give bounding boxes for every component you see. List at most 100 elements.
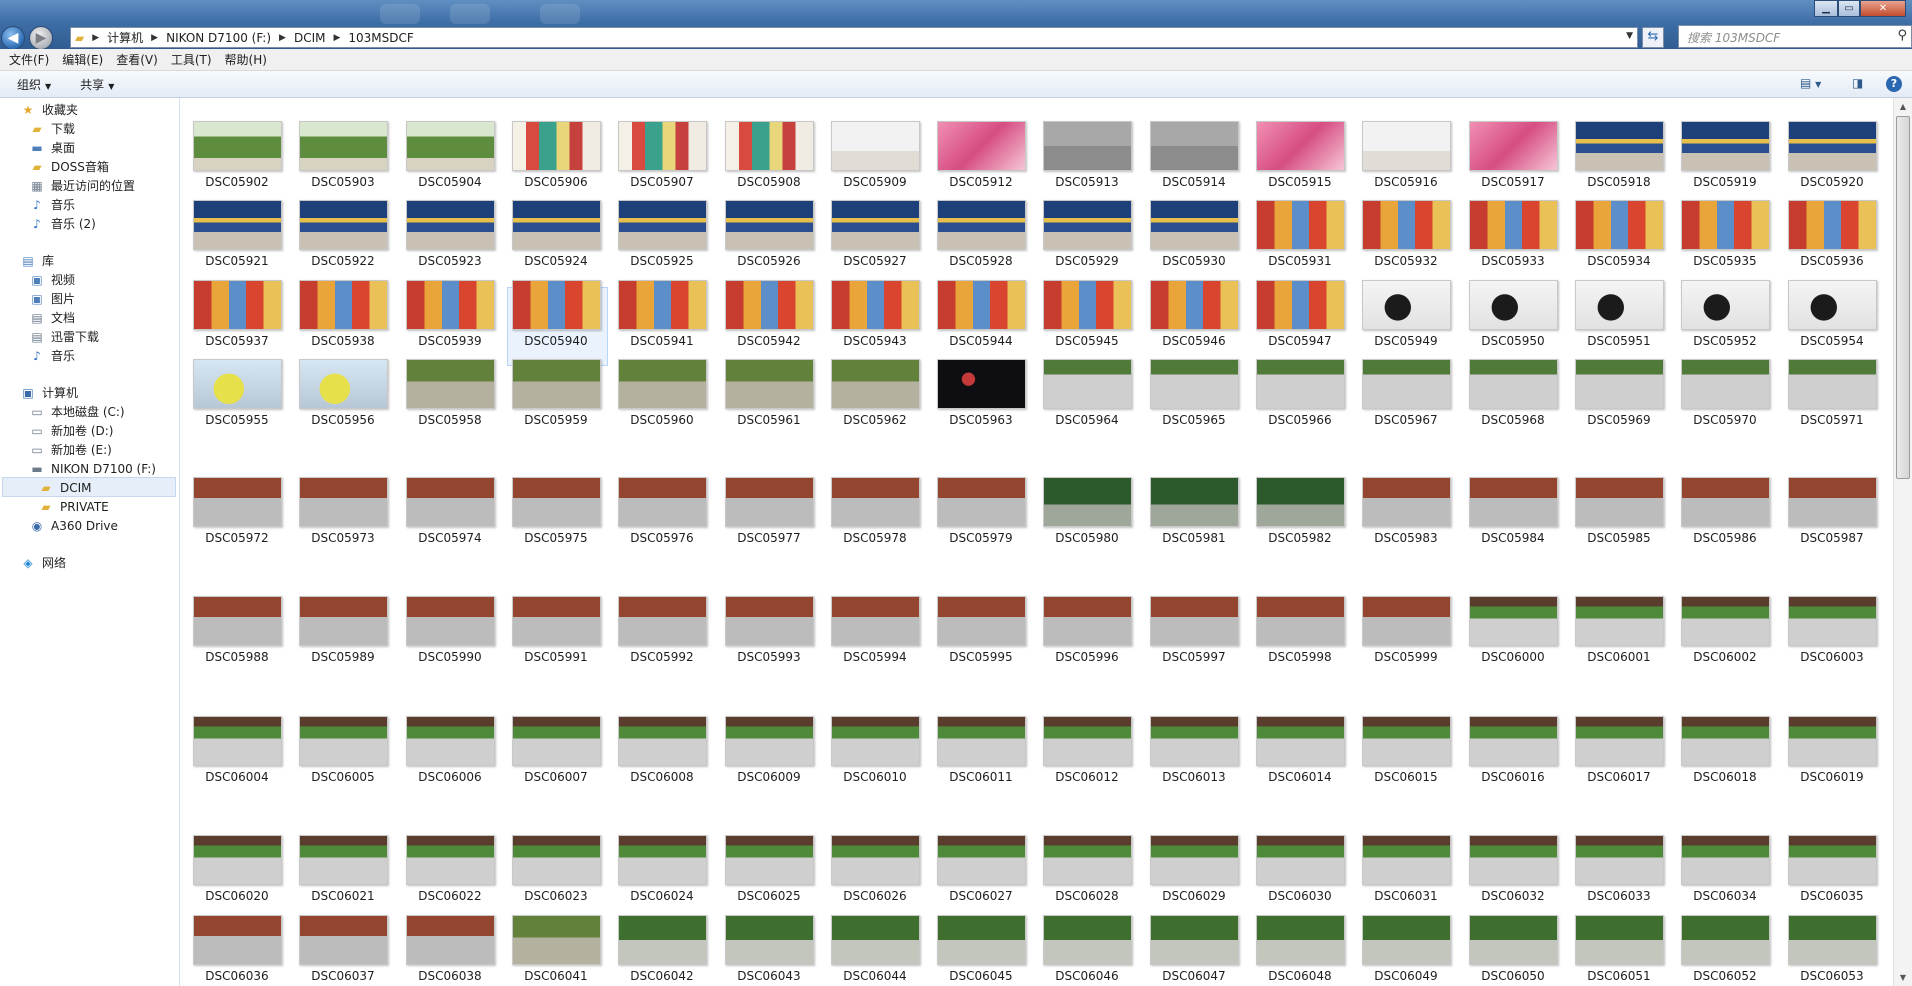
file-item[interactable]: DSC05994 [821, 573, 921, 664]
file-item[interactable]: DSC06006 [396, 693, 496, 784]
file-item[interactable]: DSC06012 [1033, 693, 1133, 784]
photo-thumbnail[interactable] [193, 200, 282, 250]
file-item[interactable]: DSC06045 [927, 892, 1027, 983]
maximize-button[interactable]: ▭ [1838, 0, 1860, 17]
menu-help[interactable]: 帮助(H) [225, 51, 267, 68]
file-item[interactable]: DSC06034 [1671, 812, 1771, 903]
photo-thumbnail[interactable] [618, 835, 707, 885]
file-item[interactable]: DSC06053 [1778, 892, 1878, 983]
scroll-up-icon[interactable]: ▲ [1894, 98, 1912, 115]
file-item[interactable]: DSC05940 [502, 257, 602, 348]
photo-thumbnail[interactable] [1469, 121, 1558, 171]
photo-thumbnail[interactable] [1681, 915, 1770, 965]
photo-thumbnail[interactable] [1043, 716, 1132, 766]
file-item[interactable]: DSC05943 [821, 257, 921, 348]
file-item[interactable]: DSC05909 [821, 98, 921, 189]
file-item[interactable]: DSC05942 [715, 257, 815, 348]
photo-thumbnail[interactable] [1788, 915, 1877, 965]
photo-thumbnail[interactable] [512, 200, 601, 250]
breadcrumb-computer[interactable]: 计算机 [107, 29, 143, 46]
file-item[interactable]: DSC05925 [608, 177, 708, 268]
photo-thumbnail[interactable] [1150, 200, 1239, 250]
file-item[interactable]: DSC06010 [821, 693, 921, 784]
photo-thumbnail[interactable] [1788, 596, 1877, 646]
file-item[interactable]: DSC05951 [1565, 257, 1665, 348]
file-item[interactable]: DSC06035 [1778, 812, 1878, 903]
file-item[interactable]: DSC06043 [715, 892, 815, 983]
photo-thumbnail[interactable] [299, 477, 388, 527]
file-item[interactable]: DSC06017 [1565, 693, 1665, 784]
search-icon[interactable]: ⚲ [1897, 28, 1907, 43]
photo-thumbnail[interactable] [512, 359, 601, 409]
photo-thumbnail[interactable] [406, 200, 495, 250]
file-item[interactable]: DSC05945 [1033, 257, 1133, 348]
file-item[interactable]: DSC05928 [927, 177, 1027, 268]
nav-item-recent-places[interactable]: ▦ 最近访问的位置 [29, 176, 135, 195]
file-item[interactable]: DSC05968 [1459, 336, 1559, 427]
photo-thumbnail[interactable] [512, 477, 601, 527]
photo-thumbnail[interactable] [1575, 359, 1664, 409]
file-item[interactable]: DSC05902 [183, 98, 283, 189]
file-item[interactable]: DSC06024 [608, 812, 708, 903]
photo-thumbnail[interactable] [1575, 835, 1664, 885]
photo-thumbnail[interactable] [1681, 477, 1770, 527]
file-item[interactable]: DSC05923 [396, 177, 496, 268]
photo-thumbnail[interactable] [193, 121, 282, 171]
nav-item-pictures[interactable]: ▣ 图片 [29, 289, 75, 308]
photo-thumbnail[interactable] [299, 121, 388, 171]
file-item[interactable]: DSC05997 [1140, 573, 1240, 664]
photo-thumbnail[interactable] [1788, 716, 1877, 766]
file-item[interactable]: DSC06042 [608, 892, 708, 983]
photo-thumbnail[interactable] [406, 359, 495, 409]
file-item[interactable]: DSC05987 [1778, 454, 1878, 545]
photo-thumbnail[interactable] [1150, 280, 1239, 330]
photo-thumbnail[interactable] [831, 835, 920, 885]
photo-thumbnail[interactable] [1043, 596, 1132, 646]
file-item[interactable]: DSC05982 [1246, 454, 1346, 545]
address-bar[interactable]: ▰ ▶ 计算机 ▶ NIKON D7100 (F:) ▶ DCIM ▶ 103M… [70, 27, 1638, 48]
photo-thumbnail[interactable] [193, 716, 282, 766]
file-item[interactable]: DSC05904 [396, 98, 496, 189]
file-item[interactable]: DSC06031 [1352, 812, 1452, 903]
file-item[interactable]: DSC05922 [289, 177, 389, 268]
preview-pane-button[interactable]: ◨ [1852, 76, 1863, 90]
chevron-down-icon[interactable]: ▼ [1626, 31, 1633, 41]
photo-thumbnail[interactable] [1469, 716, 1558, 766]
photo-thumbnail[interactable] [725, 915, 814, 965]
file-item[interactable]: DSC06048 [1246, 892, 1346, 983]
file-item[interactable]: DSC06029 [1140, 812, 1240, 903]
photo-thumbnail[interactable] [299, 280, 388, 330]
file-item[interactable]: DSC05990 [396, 573, 496, 664]
file-item[interactable]: DSC05949 [1352, 257, 1452, 348]
photo-thumbnail[interactable] [725, 359, 814, 409]
file-item[interactable]: DSC05993 [715, 573, 815, 664]
nav-item-drive-c[interactable]: ▭ 本地磁盘 (C:) [29, 402, 124, 421]
photo-thumbnail[interactable] [618, 915, 707, 965]
photo-thumbnail[interactable] [725, 835, 814, 885]
scroll-down-icon[interactable]: ▼ [1894, 969, 1912, 986]
file-item[interactable]: DSC05913 [1033, 98, 1133, 189]
file-item[interactable]: DSC05912 [927, 98, 1027, 189]
photo-thumbnail[interactable] [1043, 280, 1132, 330]
file-item[interactable]: DSC06008 [608, 693, 708, 784]
photo-thumbnail[interactable] [1256, 200, 1345, 250]
file-item[interactable]: DSC05931 [1246, 177, 1346, 268]
nav-item-doss[interactable]: ▰ DOSS音箱 [29, 157, 109, 176]
file-item[interactable]: DSC05936 [1778, 177, 1878, 268]
photo-thumbnail[interactable] [193, 359, 282, 409]
photo-thumbnail[interactable] [1681, 280, 1770, 330]
nav-item-drive-d[interactable]: ▭ 新加卷 (D:) [29, 421, 113, 440]
file-item[interactable]: DSC06023 [502, 812, 602, 903]
photo-thumbnail[interactable] [1469, 835, 1558, 885]
file-item[interactable]: DSC05935 [1671, 177, 1771, 268]
photo-thumbnail[interactable] [1681, 835, 1770, 885]
file-item[interactable]: DSC06007 [502, 693, 602, 784]
file-item[interactable]: DSC06028 [1033, 812, 1133, 903]
file-item[interactable]: DSC05964 [1033, 336, 1133, 427]
nav-computer[interactable]: ▣ 计算机 [20, 383, 78, 402]
menu-view[interactable]: 查看(V) [116, 51, 158, 68]
organize-button[interactable]: 组织 ▼ [17, 76, 51, 93]
file-item[interactable]: DSC05970 [1671, 336, 1771, 427]
file-item[interactable]: DSC05960 [608, 336, 708, 427]
file-item[interactable]: DSC05981 [1140, 454, 1240, 545]
